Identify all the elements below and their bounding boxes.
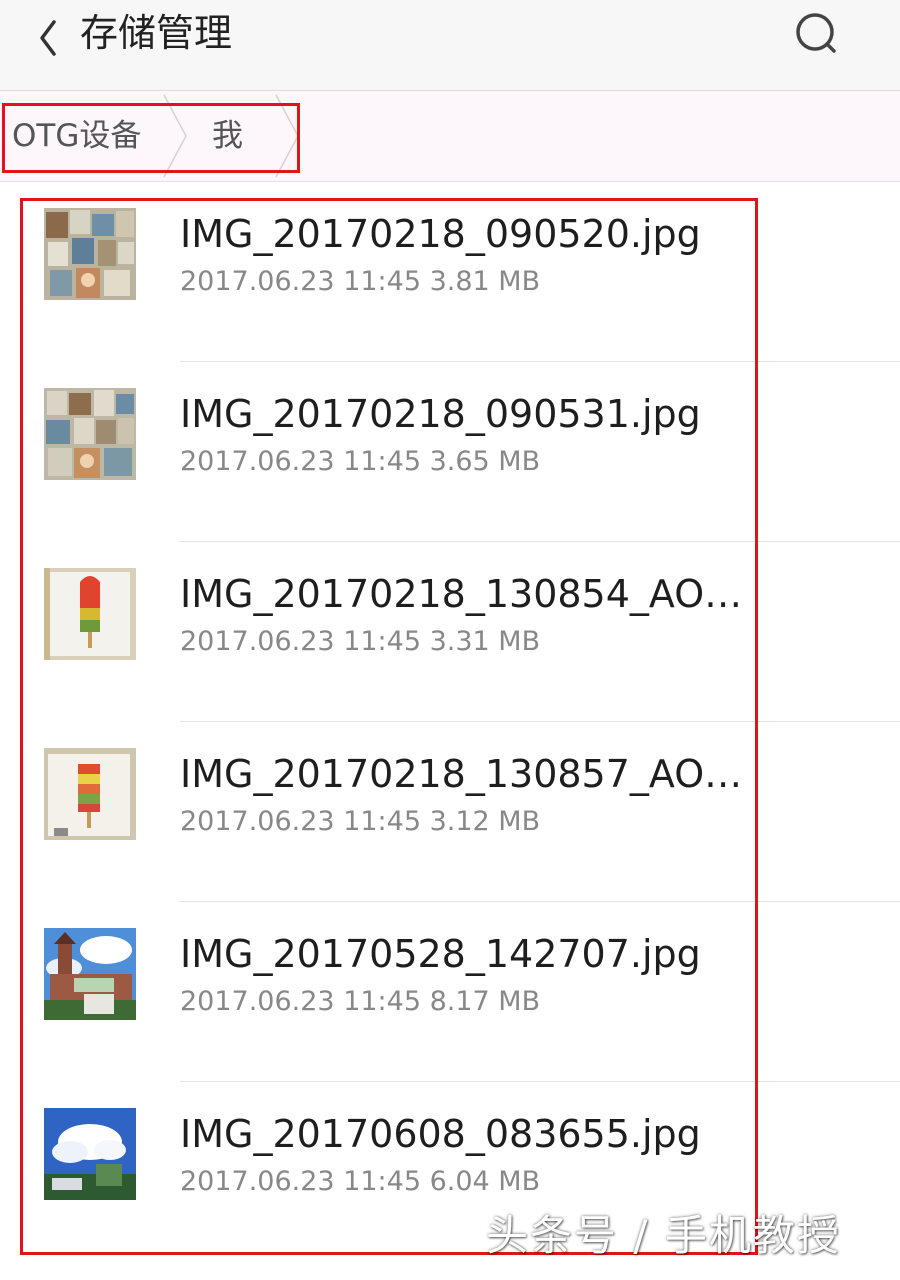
file-row[interactable]: IMG_20170218_130854_AO_H… 2017.06.23 11:… — [0, 542, 900, 722]
file-date: 2017.06.23 — [180, 1166, 335, 1197]
file-name: IMG_20170608_083655.jpg — [180, 1112, 701, 1156]
search-button[interactable] — [788, 8, 844, 64]
image-thumbnail — [44, 1108, 136, 1200]
chevron-left-icon — [40, 20, 56, 56]
file-size: 3.65 MB — [429, 446, 541, 477]
page-title: 存储管理 — [80, 11, 233, 55]
breadcrumb-item-otg[interactable]: OTG设备 — [12, 91, 141, 181]
watermark: 头条号 / 手机教授 — [486, 1211, 841, 1260]
file-size: 3.81 MB — [429, 266, 541, 297]
file-row[interactable]: IMG_20170218_090520.jpg 2017.06.23 11:45… — [0, 182, 900, 362]
file-meta: 2017.06.23 11:45 6.04 MB — [180, 1164, 540, 1200]
breadcrumb-separator-icon — [163, 94, 187, 178]
file-date: 2017.06.23 — [180, 266, 335, 297]
file-time: 11:45 — [343, 626, 421, 657]
search-icon — [796, 13, 836, 53]
file-name: IMG_20170218_090520.jpg — [180, 212, 701, 256]
file-meta: 2017.06.23 11:45 3.12 MB — [180, 804, 540, 840]
file-time: 11:45 — [343, 1166, 421, 1197]
file-name: IMG_20170218_130854_AO_H… — [180, 572, 750, 616]
breadcrumb-separator-icon — [275, 94, 299, 178]
file-time: 11:45 — [343, 806, 421, 837]
file-meta: 2017.06.23 11:45 8.17 MB — [180, 984, 540, 1020]
file-size: 6.04 MB — [429, 1166, 541, 1197]
file-size: 3.12 MB — [429, 806, 541, 837]
file-date: 2017.06.23 — [180, 986, 335, 1017]
file-size: 8.17 MB — [429, 986, 541, 1017]
file-row[interactable]: IMG_20170528_142707.jpg 2017.06.23 11:45… — [0, 902, 900, 1082]
file-time: 11:45 — [343, 266, 421, 297]
file-name: IMG_20170218_130857_AO_H… — [180, 752, 750, 796]
file-size: 3.31 MB — [429, 626, 541, 657]
image-thumbnail — [44, 208, 136, 300]
image-thumbnail — [44, 388, 136, 480]
file-name: IMG_20170528_142707.jpg — [180, 932, 701, 976]
file-meta: 2017.06.23 11:45 3.65 MB — [180, 444, 540, 480]
back-button[interactable] — [30, 10, 70, 60]
file-date: 2017.06.23 — [180, 806, 335, 837]
file-date: 2017.06.23 — [180, 626, 335, 657]
file-name: IMG_20170218_090531.jpg — [180, 392, 701, 436]
file-row[interactable]: IMG_20170218_090531.jpg 2017.06.23 11:45… — [0, 362, 900, 542]
file-time: 11:45 — [343, 446, 421, 477]
file-date: 2017.06.23 — [180, 446, 335, 477]
breadcrumb-item-me[interactable]: 我 — [212, 91, 243, 181]
image-thumbnail — [44, 568, 136, 660]
file-time: 11:45 — [343, 986, 421, 1017]
file-meta: 2017.06.23 11:45 3.81 MB — [180, 264, 540, 300]
file-meta: 2017.06.23 11:45 3.31 MB — [180, 624, 540, 660]
file-row[interactable]: IMG_20170218_130857_AO_H… 2017.06.23 11:… — [0, 722, 900, 902]
image-thumbnail — [44, 928, 136, 1020]
app-header: 存储管理 — [0, 0, 900, 91]
image-thumbnail — [44, 748, 136, 840]
